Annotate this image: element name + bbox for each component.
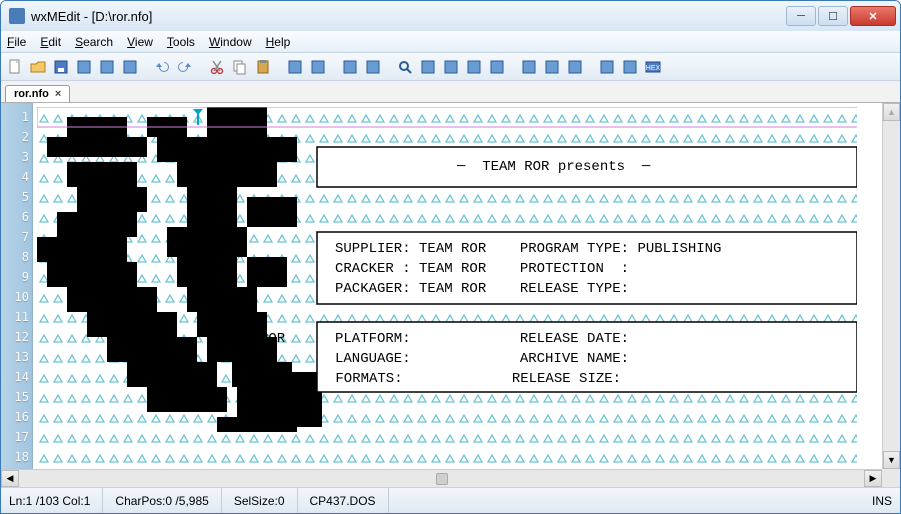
hex-mode-button[interactable]: HEX bbox=[643, 57, 663, 77]
nfo-row-supplier: SUPPLIER: TEAM ROR PROGRAM TYPE: PUBLISH… bbox=[335, 239, 721, 259]
undo-button[interactable] bbox=[152, 57, 172, 77]
indent-button[interactable] bbox=[285, 57, 305, 77]
status-insert-mode: INS bbox=[872, 488, 892, 513]
comment-button[interactable] bbox=[340, 57, 360, 77]
find-next-button[interactable] bbox=[441, 57, 461, 77]
scroll-down-icon[interactable]: ▼ bbox=[883, 451, 900, 469]
find-button[interactable] bbox=[395, 57, 415, 77]
scroll-right-icon[interactable]: ▶ bbox=[864, 470, 882, 487]
statusbar: Ln:1 /103 Col:1 CharPos:0 /5,985 SelSize… bbox=[1, 487, 900, 513]
status-encoding: CP437.DOS bbox=[310, 488, 389, 513]
unindent-button[interactable] bbox=[308, 57, 328, 77]
minimize-button[interactable]: ─ bbox=[786, 6, 816, 26]
goto-button[interactable] bbox=[487, 57, 507, 77]
scroll-corner bbox=[882, 469, 900, 487]
tab-ror[interactable]: ror.nfo × bbox=[5, 85, 70, 102]
tab-close-icon[interactable]: × bbox=[55, 88, 61, 100]
vertical-scrollbar[interactable]: ▲ ▼ bbox=[882, 103, 900, 469]
toolbar: HEX bbox=[1, 53, 900, 81]
close-all-button[interactable] bbox=[120, 57, 140, 77]
menu-search[interactable]: Search bbox=[75, 35, 113, 49]
menu-help[interactable]: Help bbox=[266, 35, 291, 49]
close-file-button[interactable] bbox=[97, 57, 117, 77]
status-position: Ln:1 /103 Col:1 bbox=[9, 488, 103, 513]
right-align-button[interactable] bbox=[565, 57, 585, 77]
close-button[interactable]: ✕ bbox=[850, 6, 896, 26]
horizontal-scrollbar[interactable]: ◀ ▶ bbox=[1, 469, 882, 487]
menu-tools[interactable]: Tools bbox=[167, 35, 195, 49]
find-prev-button[interactable] bbox=[418, 57, 438, 77]
hscroll-thumb[interactable] bbox=[436, 473, 448, 485]
nfo-row-packager: PACKAGER: TEAM ROR RELEASE TYPE: bbox=[335, 279, 629, 299]
redo-button[interactable] bbox=[175, 57, 195, 77]
app-icon bbox=[9, 8, 25, 24]
cut-button[interactable] bbox=[207, 57, 227, 77]
menubar: File Edit Search View Tools Window Help bbox=[1, 31, 900, 53]
menu-file[interactable]: File bbox=[7, 35, 26, 49]
paste-button[interactable] bbox=[253, 57, 273, 77]
status-charpos: CharPos:0 /5,985 bbox=[115, 488, 221, 513]
editor-area: 123456789101112131415161718 bbox=[1, 103, 900, 469]
copy-button[interactable] bbox=[230, 57, 250, 77]
svg-text:HEX: HEX bbox=[646, 65, 661, 72]
options-button[interactable] bbox=[597, 57, 617, 77]
scroll-left-icon[interactable]: ◀ bbox=[1, 470, 19, 487]
uncomment-button[interactable] bbox=[363, 57, 383, 77]
menu-view[interactable]: View bbox=[127, 35, 153, 49]
nfo-heading: ─ TEAM ROR presents ─ bbox=[457, 157, 650, 177]
columns-button[interactable] bbox=[620, 57, 640, 77]
nfo-ror-label: ROR bbox=[260, 329, 285, 349]
nfo-row-platform: PLATFORM: RELEASE DATE: bbox=[335, 329, 629, 349]
window-title: wxMEdit - [D:\ror.nfo] bbox=[31, 9, 786, 24]
scroll-up-icon[interactable]: ▲ bbox=[883, 103, 900, 121]
tab-bar: ror.nfo × bbox=[1, 81, 900, 103]
maximize-button[interactable]: ☐ bbox=[818, 6, 848, 26]
titlebar: wxMEdit - [D:\ror.nfo] ─ ☐ ✕ bbox=[1, 1, 900, 31]
nfo-row-language: LANGUAGE: ARCHIVE NAME: bbox=[335, 349, 629, 369]
open-file-button[interactable] bbox=[28, 57, 48, 77]
hscroll-track[interactable] bbox=[19, 470, 864, 487]
scroll-track[interactable] bbox=[883, 121, 900, 451]
new-file-button[interactable] bbox=[5, 57, 25, 77]
tab-label: ror.nfo bbox=[14, 88, 49, 100]
menu-edit[interactable]: Edit bbox=[40, 35, 61, 49]
nfo-row-formats: FORMATS: RELEASE SIZE: bbox=[327, 369, 621, 389]
editor-content[interactable]: ─ TEAM ROR presents ─ SUPPLIER: TEAM ROR … bbox=[33, 103, 882, 469]
nfo-row-cracker: CRACKER : TEAM ROR PROTECTION : bbox=[335, 259, 629, 279]
save-file-button[interactable] bbox=[51, 57, 71, 77]
line-gutter: 123456789101112131415161718 bbox=[1, 103, 33, 469]
status-selection: SelSize:0 bbox=[234, 488, 298, 513]
save-all-button[interactable] bbox=[74, 57, 94, 77]
replace-button[interactable] bbox=[464, 57, 484, 77]
menu-window[interactable]: Window bbox=[209, 35, 252, 49]
left-align-button[interactable] bbox=[519, 57, 539, 77]
center-align-button[interactable] bbox=[542, 57, 562, 77]
